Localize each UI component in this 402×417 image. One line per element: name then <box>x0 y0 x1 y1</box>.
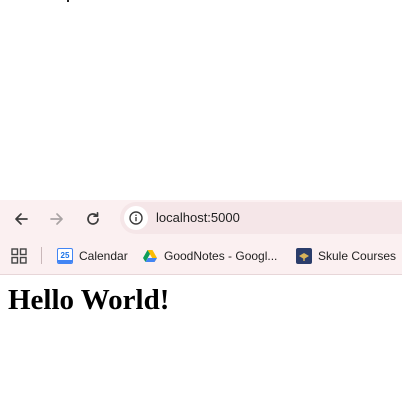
arrow-right-icon <box>50 213 63 225</box>
arrow-left-icon <box>15 213 28 225</box>
page-heading: Hello World! <box>8 284 170 316</box>
address-bar[interactable]: localhost:5000 <box>120 202 402 234</box>
reload-button[interactable] <box>80 206 106 232</box>
url-text[interactable]: localhost:5000 <box>156 210 240 225</box>
google-drive-icon <box>143 250 157 262</box>
bookmark-calendar[interactable]: 25 Calendar <box>57 246 128 266</box>
google-calendar-icon: 25 <box>57 248 73 264</box>
apps-grid-icon[interactable] <box>11 248 27 264</box>
reload-icon <box>87 211 99 225</box>
stray-dot <box>67 0 69 2</box>
bookmark-label: Calendar <box>79 249 128 263</box>
forward-button[interactable] <box>44 206 70 232</box>
bookmarks-bar: 25 Calendar GoodNotes - Googl... Skule C… <box>0 237 402 275</box>
bookmark-skule-courses[interactable]: Skule Courses <box>296 246 396 266</box>
back-button[interactable] <box>8 206 34 232</box>
bookmark-goodnotes[interactable]: GoodNotes - Googl... <box>142 246 277 266</box>
site-info-button[interactable] <box>124 206 148 230</box>
skule-icon <box>296 248 312 264</box>
bookmark-label: GoodNotes - Googl... <box>164 249 278 263</box>
page-content: Hello World! <box>0 275 402 417</box>
bookmark-label: Skule Courses <box>318 249 397 263</box>
bookmarks-separator <box>41 247 42 264</box>
browser-toolbar: localhost:5000 <box>0 200 402 237</box>
info-icon <box>129 211 143 225</box>
